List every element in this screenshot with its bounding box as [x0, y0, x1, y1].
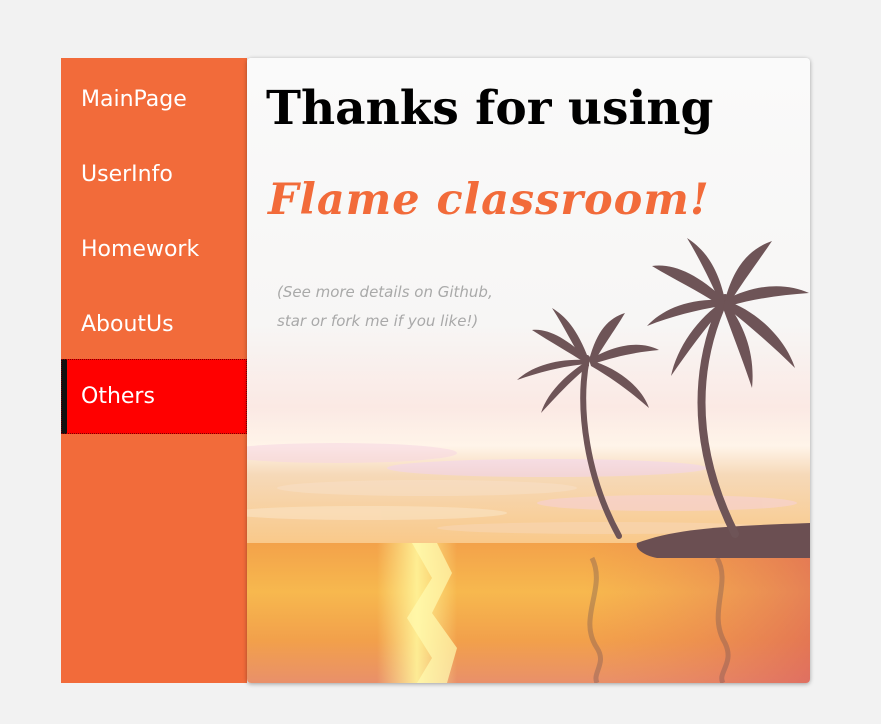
github-note-line-1: (See more details on Github,: [277, 283, 493, 301]
sidebar-nav: MainPage UserInfo Homework AboutUs Other…: [61, 58, 247, 683]
page-title: Thanks for using: [266, 81, 714, 136]
github-note-line-2: star or fork me if you like!): [277, 312, 479, 330]
nav-item-others[interactable]: Others: [61, 359, 247, 434]
nav-item-homework[interactable]: Homework: [61, 212, 247, 287]
nav-item-aboutus[interactable]: AboutUs: [61, 287, 247, 362]
nav-item-userinfo[interactable]: UserInfo: [61, 137, 247, 212]
nav-item-mainpage[interactable]: MainPage: [61, 62, 247, 137]
sunset-beach-illustration: [247, 58, 810, 683]
content-card: Thanks for using Flame classroom! (See m…: [247, 58, 810, 683]
app-name-heading: Flame classroom!: [268, 175, 710, 225]
github-note: (See more details on Github, star or for…: [277, 278, 567, 336]
